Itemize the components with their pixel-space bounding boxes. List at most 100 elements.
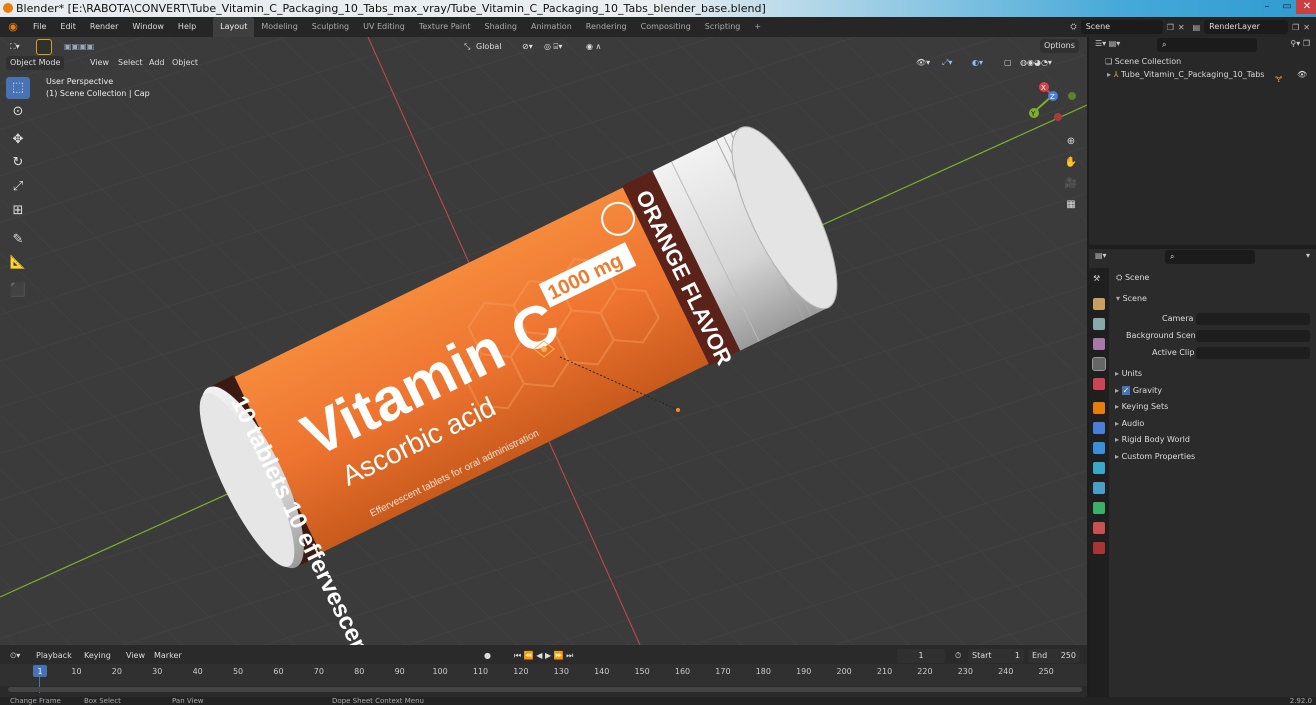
- menu-edit[interactable]: Edit: [53, 17, 83, 37]
- visibility-icon[interactable]: 👁▾: [912, 56, 934, 70]
- snap-icon[interactable]: ◎ ⌸▾: [540, 40, 566, 54]
- particles-tab-icon[interactable]: [1093, 442, 1105, 454]
- constraints-tab-icon[interactable]: [1093, 482, 1105, 494]
- current-frame-field[interactable]: 1: [897, 649, 945, 663]
- cursor-tool-icon[interactable]: ⊙: [6, 101, 30, 123]
- overlay-toggle-icon[interactable]: ◐▾: [968, 56, 987, 70]
- zoom-icon[interactable]: ⊕: [1062, 133, 1080, 151]
- add-workspace-button[interactable]: +: [747, 17, 768, 37]
- gravity-checkbox[interactable]: ✓: [1121, 386, 1131, 395]
- camera-view-icon[interactable]: 🎥: [1062, 175, 1080, 193]
- tab-compositing[interactable]: Compositing: [634, 17, 698, 37]
- material-tab-icon[interactable]: [1093, 522, 1105, 534]
- select-mode-icons[interactable]: ▣▣▣▣: [60, 40, 98, 54]
- pivot-icon[interactable]: ⊘▾: [518, 40, 537, 54]
- menu-render[interactable]: Render: [83, 17, 125, 37]
- 3d-viewport[interactable]: 10 tablets 10 effervescent ORANGE FLAVOR…: [0, 37, 1087, 645]
- modifier-tab-icon[interactable]: [1093, 422, 1105, 434]
- scene-collection-row[interactable]: ❏ Scene Collection: [1105, 57, 1181, 66]
- units-panel[interactable]: ▸ Units: [1115, 367, 1142, 381]
- tab-modeling[interactable]: Modeling: [254, 17, 304, 37]
- object-tab-icon[interactable]: [1093, 402, 1105, 414]
- maximize-button[interactable]: ▭: [1276, 0, 1298, 14]
- keying-menu[interactable]: Keying: [80, 649, 115, 663]
- new-scene-icon[interactable]: ❐: [1167, 23, 1174, 32]
- data-tab-icon[interactable]: [1093, 502, 1105, 514]
- new-layer-icon[interactable]: ❐: [1292, 23, 1299, 32]
- blender-menu-icon[interactable]: ◉: [4, 20, 22, 34]
- add-menu[interactable]: Add: [145, 56, 169, 70]
- outliner-filter-icon[interactable]: ⚲▾ ❐: [1290, 39, 1310, 48]
- texture-tab-icon[interactable]: [1093, 542, 1105, 554]
- end-frame-field[interactable]: End 250: [1028, 649, 1080, 663]
- active-clip-field[interactable]: [1196, 347, 1310, 359]
- tab-layout[interactable]: Layout: [213, 17, 255, 37]
- playback-menu[interactable]: Playback: [32, 649, 76, 663]
- menu-window[interactable]: Window: [125, 17, 171, 37]
- timeline-type-icon[interactable]: ⏲▾: [6, 649, 24, 663]
- start-frame-field[interactable]: Start 1: [968, 649, 1024, 663]
- playback-controls-icon[interactable]: ⏮ ⏪ ◀ ▶ ⏩ ⏭: [510, 649, 577, 663]
- move-tool-icon[interactable]: ✥: [6, 129, 30, 151]
- editor-type-icon[interactable]: ⛶▾: [6, 40, 24, 54]
- view-layer-tab-icon[interactable]: [1093, 338, 1105, 350]
- properties-options-icon[interactable]: ▾: [1306, 251, 1310, 260]
- custom-properties-panel[interactable]: ▸ Custom Properties: [1115, 450, 1195, 464]
- close-button[interactable]: ✕: [1296, 0, 1316, 14]
- properties-type-icon[interactable]: ▤▾: [1095, 251, 1107, 260]
- outliner-item-row[interactable]: ▸ ⅄ Tube_Vitamin_C_Packaging_10_Tabs 🝖 👁: [1107, 70, 1307, 84]
- background-scene-field[interactable]: [1196, 330, 1310, 342]
- tab-shading[interactable]: Shading: [477, 17, 524, 37]
- transform-orientation-select[interactable]: Global: [472, 40, 506, 54]
- preview-range-icon[interactable]: ⏱: [951, 649, 965, 663]
- rigid-body-world-panel[interactable]: ▸ Rigid Body World: [1115, 433, 1190, 447]
- view-menu-timeline[interactable]: View: [122, 649, 149, 663]
- object-menu[interactable]: Object: [168, 56, 202, 70]
- ortho-toggle-icon[interactable]: ▦: [1062, 196, 1080, 214]
- shading-modes-icon[interactable]: ◍◉◕◔▾: [1016, 56, 1056, 70]
- gizmo-toggle-icon[interactable]: ⤢▾: [938, 56, 956, 70]
- select-menu[interactable]: Select: [114, 56, 147, 70]
- rotate-tool-icon[interactable]: ↻: [6, 152, 30, 174]
- audio-panel[interactable]: ▸ Audio: [1115, 417, 1144, 431]
- eye-icon[interactable]: 👁: [1297, 70, 1307, 79]
- timeline-scrollbar[interactable]: [8, 687, 1082, 692]
- menu-file[interactable]: File: [26, 17, 53, 37]
- tab-uv-editing[interactable]: UV Editing: [356, 17, 412, 37]
- tab-texture-paint[interactable]: Texture Paint: [412, 17, 478, 37]
- keying-sets-panel[interactable]: ▸ Keying Sets: [1115, 400, 1168, 414]
- camera-field[interactable]: [1196, 313, 1310, 325]
- outliner-search-input[interactable]: ⌕: [1157, 38, 1257, 52]
- view-layer-selector[interactable]: RenderLayer: [1204, 20, 1289, 34]
- proportional-edit-icon[interactable]: ◉ ∧: [582, 40, 605, 54]
- options-button[interactable]: Options: [1040, 39, 1079, 53]
- render-tab-icon[interactable]: [1093, 298, 1105, 310]
- scale-tool-icon[interactable]: ⤢: [6, 176, 30, 198]
- record-icon[interactable]: ●: [480, 649, 495, 663]
- tab-animation[interactable]: Animation: [524, 17, 579, 37]
- mode-select[interactable]: Object Mode: [6, 56, 65, 70]
- add-cube-tool-icon[interactable]: ⬛: [6, 280, 30, 302]
- view-menu[interactable]: View: [86, 56, 113, 70]
- properties-search-input[interactable]: ⌕: [1165, 250, 1255, 264]
- scene-selector[interactable]: Scene: [1080, 20, 1163, 34]
- delete-scene-icon[interactable]: ✕: [1178, 23, 1185, 32]
- marker-menu[interactable]: Marker: [150, 649, 186, 663]
- scene-tab-icon[interactable]: [1092, 357, 1106, 371]
- annotate-tool-icon[interactable]: ✎: [6, 229, 30, 251]
- tab-sculpting[interactable]: Sculpting: [305, 17, 356, 37]
- world-tab-icon[interactable]: [1093, 378, 1105, 390]
- scene-panel-header[interactable]: ▾ Scene: [1116, 292, 1147, 306]
- outliner-type-icon[interactable]: ☰▾ ▤▾: [1095, 39, 1120, 48]
- tab-rendering[interactable]: Rendering: [579, 17, 634, 37]
- transform-tool-icon[interactable]: ⊞: [6, 200, 30, 222]
- menu-help[interactable]: Help: [171, 17, 203, 37]
- physics-tab-icon[interactable]: [1093, 462, 1105, 474]
- output-tab-icon[interactable]: [1093, 318, 1105, 330]
- pan-icon[interactable]: ✋: [1062, 154, 1080, 172]
- xray-icon[interactable]: ▢: [1000, 56, 1016, 70]
- measure-tool-icon[interactable]: 📐: [6, 252, 30, 274]
- tab-scripting[interactable]: Scripting: [698, 17, 748, 37]
- tool-tab-icon[interactable]: ⚒: [1093, 274, 1105, 286]
- select-box-icon[interactable]: [36, 39, 52, 55]
